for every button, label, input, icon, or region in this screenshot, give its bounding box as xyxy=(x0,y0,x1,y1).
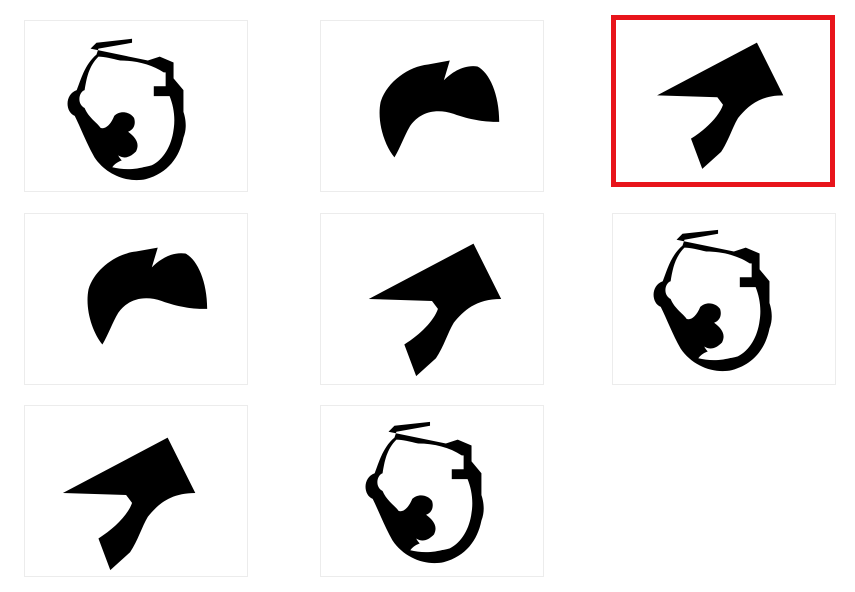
face-with-ear-shape xyxy=(25,21,247,191)
image-tile[interactable] xyxy=(320,405,544,577)
image-tile[interactable] xyxy=(320,213,544,385)
image-tile[interactable] xyxy=(24,20,248,192)
arrowhead-shape xyxy=(616,20,830,182)
image-tile[interactable] xyxy=(612,213,836,385)
arrowhead-shape xyxy=(321,214,543,384)
arrowhead-shape xyxy=(25,406,247,576)
dome-notch-shape xyxy=(321,21,543,191)
image-tile[interactable] xyxy=(320,20,544,192)
face-with-ear-shape xyxy=(613,214,835,384)
dome-notch-shape xyxy=(25,214,247,384)
image-tile[interactable] xyxy=(24,405,248,577)
face-with-ear-shape xyxy=(321,406,543,576)
image-tile-selected[interactable] xyxy=(611,15,835,187)
image-tile[interactable] xyxy=(24,213,248,385)
